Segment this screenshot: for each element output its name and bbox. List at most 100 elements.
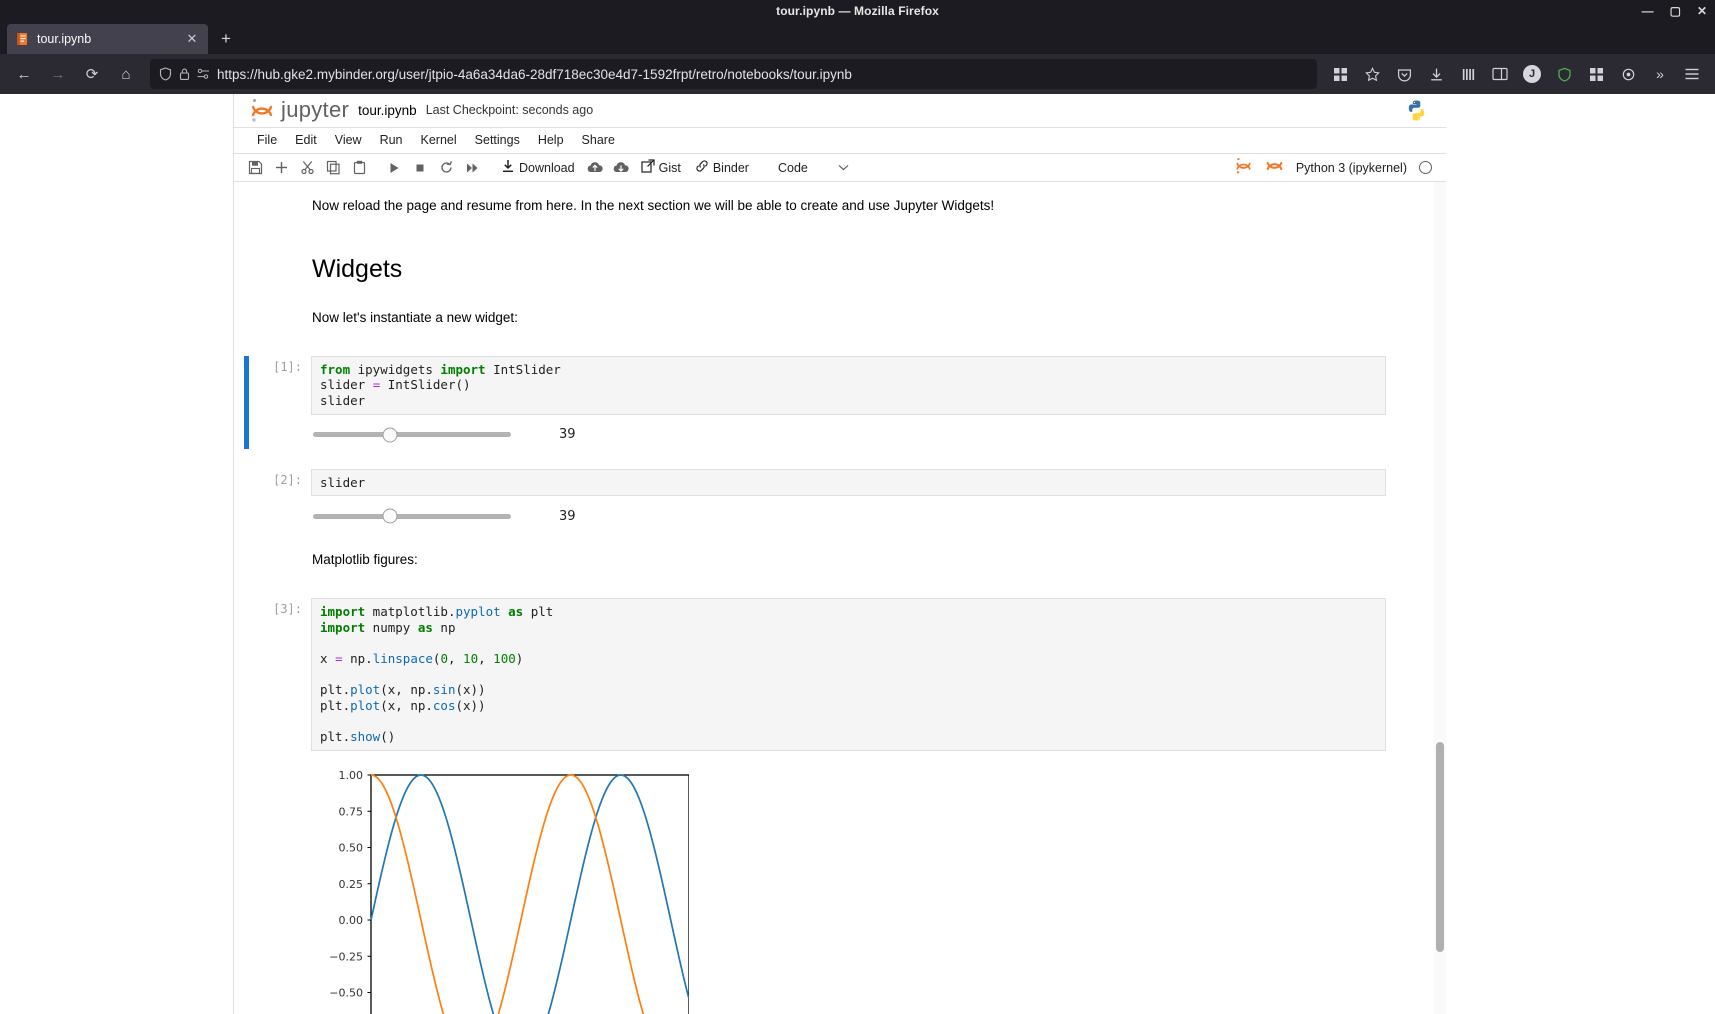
account-icon[interactable]: J: [1517, 59, 1547, 89]
forward-button[interactable]: →: [42, 59, 74, 89]
window-title: tour.ipynb — Mozilla Firefox: [776, 3, 939, 18]
gist-button[interactable]: Gist: [634, 156, 688, 180]
new-tab-button[interactable]: +: [211, 24, 241, 54]
permissions-icon[interactable]: [197, 68, 210, 80]
pocket-icon[interactable]: [1389, 59, 1419, 89]
markdown-cell-matplotlib[interactable]: Matplotlib figures:: [234, 530, 1446, 576]
insert-cell-button[interactable]: [268, 156, 294, 180]
notebook-container: jupyter tour.ipynb Last Checkpoint: seco…: [233, 94, 1446, 1014]
scrollbar-thumb[interactable]: [1436, 742, 1444, 953]
notebook-cells: Now reload the page and resume from here…: [234, 182, 1446, 1014]
menu-kernel[interactable]: Kernel: [412, 130, 466, 150]
intslider-widget-1[interactable]: 39: [311, 421, 1386, 449]
markdown-heading-widgets[interactable]: Widgets: [234, 223, 1446, 298]
slider-handle[interactable]: [382, 508, 398, 524]
cloud-download-button[interactable]: [608, 156, 634, 180]
overflow-chevron-icon[interactable]: »: [1645, 59, 1675, 89]
code-editor[interactable]: import matplotlib.pyplot as plt import n…: [311, 598, 1386, 751]
kernel-status-area: Python 3 (ipykernel): [1234, 156, 1446, 180]
page-scrollbar[interactable]: [1434, 182, 1446, 1014]
code-cell-3-output: 1.000.750.500.250.00−0.25−0.50−0.75−1.00: [311, 751, 1386, 1014]
url-bar[interactable]: https://hub.gke2.mybinder.org/user/jtpio…: [150, 59, 1317, 89]
code-editor[interactable]: slider: [311, 468, 1386, 497]
output-prompt: [249, 751, 311, 755]
run-cell-button[interactable]: [381, 156, 407, 180]
intslider-widget-2[interactable]: 39: [311, 502, 1386, 530]
lock-icon[interactable]: [179, 67, 190, 81]
output-prompt: [249, 496, 311, 500]
paste-cell-button[interactable]: [346, 156, 372, 180]
code-editor[interactable]: from ipywidgets import IntSlider slider …: [311, 355, 1386, 415]
shield-green-icon[interactable]: [1549, 59, 1579, 89]
copy-cell-button[interactable]: [320, 156, 346, 180]
save-button[interactable]: [242, 156, 268, 180]
download-button[interactable]: Download: [494, 156, 582, 180]
window-controls: — ▢ ✕: [1642, 0, 1707, 21]
menu-share[interactable]: Share: [573, 130, 624, 150]
kernel-status-indicator[interactable]: [1419, 161, 1432, 175]
code-cell-3[interactable]: [3]: import matplotlib.pyplot as plt imp…: [234, 576, 1446, 751]
heading-text: Widgets: [312, 254, 403, 283]
notebook-name[interactable]: tour.ipynb: [358, 103, 417, 118]
code-cell-2[interactable]: [2]: slider: [234, 449, 1446, 497]
shield-icon[interactable]: [159, 67, 172, 81]
jupyter-logo[interactable]: jupyter: [248, 96, 349, 124]
tab-strip: tour.ipynb ✕ +: [0, 21, 1715, 54]
slider-track[interactable]: [313, 427, 511, 443]
svg-text:0.50: 0.50: [339, 841, 364, 854]
svg-text:0.00: 0.00: [339, 914, 364, 927]
restart-run-all-button[interactable]: [459, 156, 485, 180]
menu-run[interactable]: Run: [371, 130, 412, 150]
extensions-grid-icon[interactable]: [1325, 59, 1355, 89]
cloud-upload-button[interactable]: [582, 156, 608, 180]
svg-text:1.00: 1.00: [339, 769, 364, 782]
addon-grid-icon[interactable]: [1581, 59, 1611, 89]
markdown-cell-reload[interactable]: Now reload the page and resume from here…: [234, 182, 1446, 222]
cell-type-dropdown[interactable]: Code: [772, 159, 855, 177]
markdown-cell-instantiate[interactable]: Now let's instantiate a new widget:: [234, 298, 1446, 334]
code-cell-1-output: 39: [311, 415, 1386, 449]
restart-kernel-button[interactable]: [433, 156, 459, 180]
back-button[interactable]: ←: [8, 59, 40, 89]
home-button[interactable]: ⌂: [110, 59, 142, 89]
jupyter-header: jupyter tour.ipynb Last Checkpoint: seco…: [234, 94, 1446, 128]
binder-button[interactable]: Binder: [688, 156, 756, 180]
browser-nav-bar: ← → ⟳ ⌂ https://hub.gke2.mybinder.org/us…: [0, 54, 1715, 94]
app-menu-icon[interactable]: [1677, 59, 1707, 89]
menu-file[interactable]: File: [248, 130, 286, 150]
cell-indicator: [244, 598, 249, 750]
checkpoint-status: Last Checkpoint: seconds ago: [425, 103, 594, 118]
slider-handle[interactable]: [382, 427, 398, 443]
svg-text:0.25: 0.25: [339, 877, 364, 890]
close-icon[interactable]: ✕: [184, 31, 200, 47]
interrupt-kernel-button[interactable]: [407, 156, 433, 180]
library-icon[interactable]: [1453, 59, 1483, 89]
chevron-down-icon: [838, 163, 849, 173]
slider-track[interactable]: [313, 508, 511, 524]
menu-settings[interactable]: Settings: [466, 130, 529, 150]
reader-view-icon[interactable]: [1485, 59, 1515, 89]
menu-edit[interactable]: Edit: [286, 130, 326, 150]
page-content: jupyter tour.ipynb Last Checkpoint: seco…: [0, 94, 1715, 1014]
notebook-scroll-area[interactable]: Now reload the page and resume from here…: [234, 182, 1446, 1014]
minimize-button[interactable]: —: [1642, 5, 1654, 17]
kernel-logo: [1405, 99, 1446, 122]
downloads-icon[interactable]: [1421, 59, 1451, 89]
slider-value: 39: [559, 508, 576, 524]
browser-tab-tour-ipynb[interactable]: tour.ipynb ✕: [7, 24, 208, 54]
output-indicator: [244, 496, 249, 530]
sync-icon[interactable]: [1613, 59, 1643, 89]
browser-title-bar: tour.ipynb — Mozilla Firefox — ▢ ✕: [0, 0, 1715, 21]
execution-prompt: [3]:: [273, 602, 302, 617]
maximize-button[interactable]: ▢: [1670, 5, 1681, 17]
reload-button[interactable]: ⟳: [76, 59, 108, 89]
code-cell-1[interactable]: [1]: from ipywidgets import IntSlider sl…: [234, 334, 1446, 415]
cut-cell-button[interactable]: [294, 156, 320, 180]
close-window-button[interactable]: ✕: [1697, 5, 1707, 17]
kernel-name[interactable]: Python 3 (ipykernel): [1296, 161, 1407, 175]
download-label: Download: [519, 160, 575, 175]
slider-value: 39: [559, 427, 576, 443]
bookmark-star-icon[interactable]: [1357, 59, 1387, 89]
menu-view[interactable]: View: [326, 130, 371, 150]
menu-help[interactable]: Help: [529, 130, 573, 150]
